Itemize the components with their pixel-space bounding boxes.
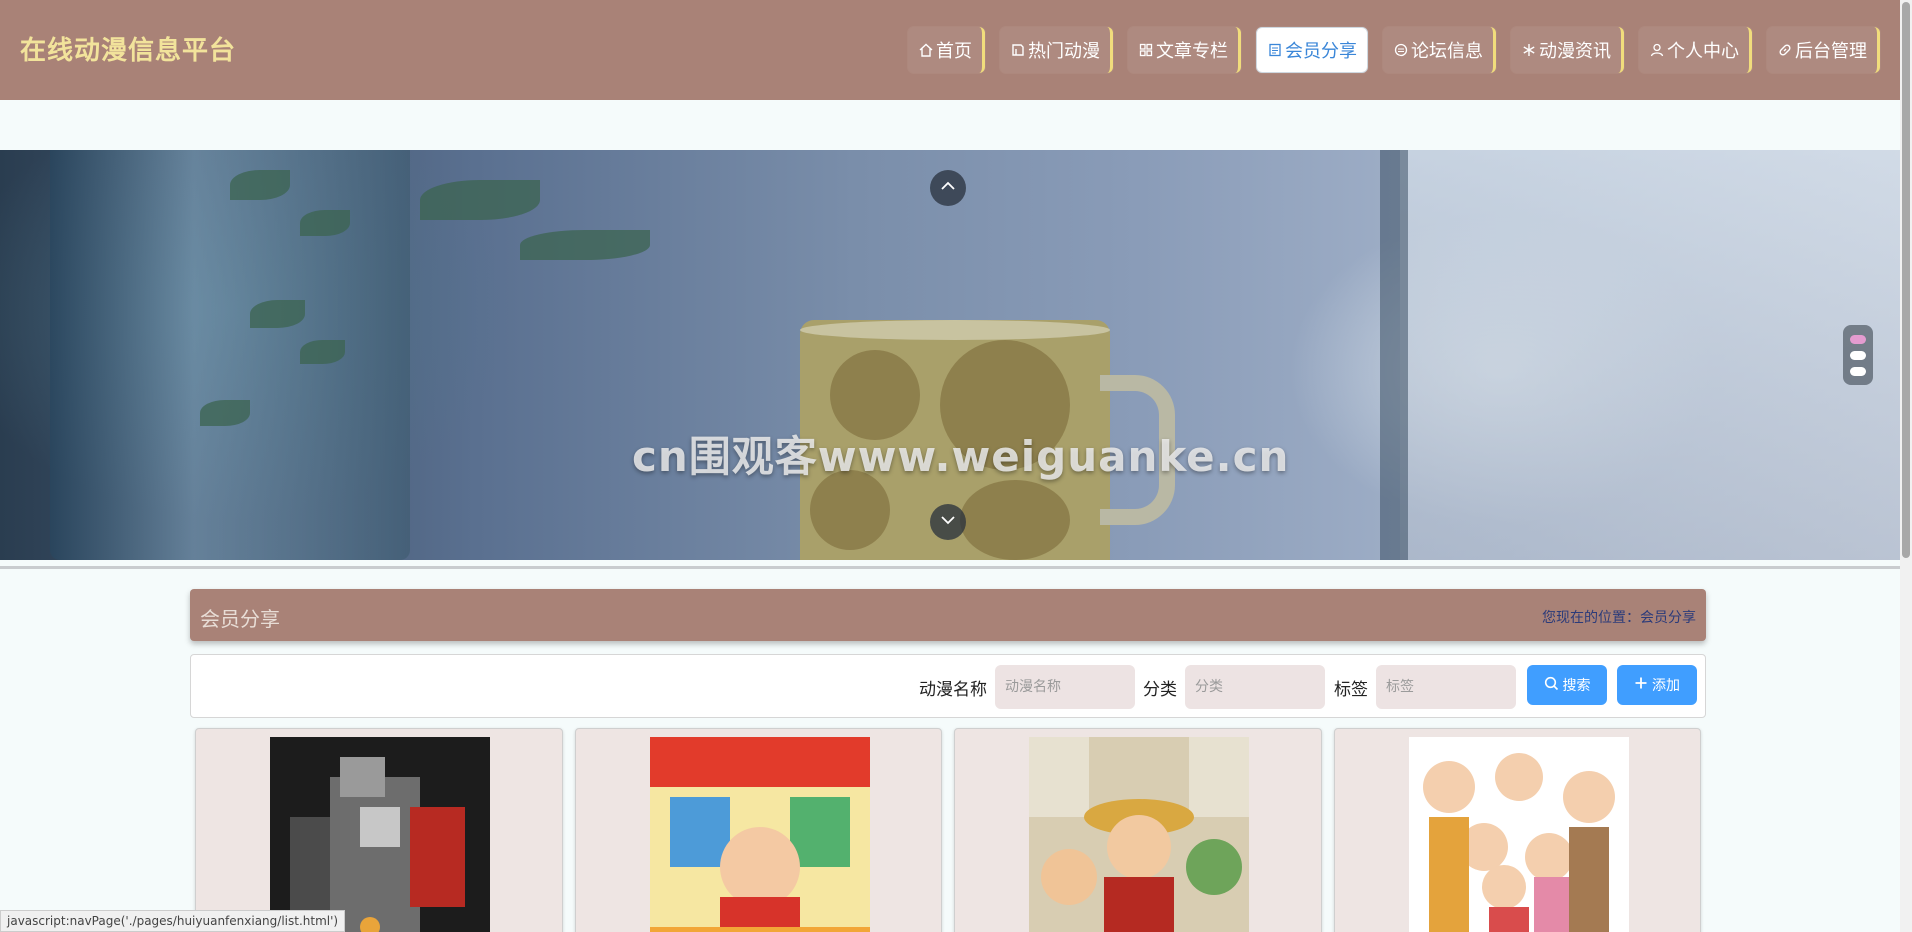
grid-icon — [1138, 43, 1153, 58]
nav-forum[interactable]: 论坛信息 — [1383, 27, 1496, 73]
banner-mug-flower — [960, 480, 1070, 560]
banner-mug-rim — [800, 320, 1110, 340]
banner-leaf — [420, 180, 540, 220]
nav-label: 会员分享 — [1285, 41, 1357, 62]
anime-name-input[interactable] — [995, 665, 1135, 709]
banner-leaf — [300, 340, 345, 364]
nav-label: 论坛信息 — [1411, 41, 1483, 62]
divider — [0, 566, 1900, 569]
link-icon — [1777, 43, 1792, 58]
add-button-label: 添加 — [1652, 678, 1680, 694]
nav-label: 动漫资讯 — [1539, 41, 1611, 62]
message-icon — [1393, 43, 1408, 58]
book-icon — [1010, 43, 1025, 58]
banner-leaf — [300, 210, 350, 236]
banner-indicator-3[interactable] — [1850, 366, 1866, 376]
search-name-group: 动漫名称 — [919, 665, 1135, 709]
card-image-maruko[interactable] — [1408, 737, 1629, 932]
search-name-label: 动漫名称 — [919, 679, 987, 700]
banner-leaf — [200, 400, 250, 426]
search-button[interactable]: 搜索 — [1527, 665, 1607, 705]
search-tag-label: 标签 — [1334, 679, 1368, 700]
banner-leaf — [230, 170, 290, 200]
share-card[interactable] — [1333, 728, 1701, 932]
nav-hot-anime[interactable]: 热门动漫 — [1000, 27, 1113, 73]
banner-leaf — [250, 300, 305, 328]
main-nav: 首页 热门动漫 文章专栏 会员分享 论坛信息 动漫资讯 个人中心 后台管理 — [908, 27, 1880, 73]
tag-input[interactable] — [1376, 665, 1516, 709]
banner-watermark: cn围观客www.weiguanke.cn — [632, 432, 1290, 481]
nav-member-share[interactable]: 会员分享 — [1256, 27, 1368, 73]
search-bar: 动漫名称 分类 标签 搜索 添加 — [190, 654, 1706, 718]
nav-label: 热门动漫 — [1028, 41, 1100, 62]
add-button[interactable]: 添加 — [1617, 665, 1697, 705]
category-input[interactable] — [1185, 665, 1325, 709]
banner-leaf — [520, 230, 650, 260]
nav-anime-news[interactable]: 动漫资讯 — [1511, 27, 1624, 73]
search-button-label: 搜索 — [1562, 678, 1591, 694]
banner-next-button[interactable] — [930, 504, 966, 540]
nav-label: 个人中心 — [1667, 41, 1739, 62]
chevron-up-icon — [939, 177, 957, 199]
nav-label: 首页 — [936, 41, 972, 62]
search-category-group: 分类 — [1143, 665, 1325, 709]
top-header: 在线动漫信息平台 首页 热门动漫 文章专栏 会员分享 论坛信息 动漫资讯 个人中… — [0, 0, 1900, 100]
scrollbar-thumb[interactable] — [1902, 2, 1910, 558]
nav-profile[interactable]: 个人中心 — [1639, 27, 1752, 73]
user-icon — [1649, 43, 1664, 58]
home-icon — [918, 43, 933, 58]
section-header: 会员分享 您现在的位置：会员分享 — [190, 589, 1706, 641]
card-image-one-piece[interactable] — [1029, 737, 1249, 932]
card-image-shinchan[interactable] — [649, 737, 870, 932]
snowflake-icon — [1521, 43, 1536, 58]
search-tag-group: 标签 — [1334, 665, 1516, 709]
banner-carousel[interactable]: cn围观客www.weiguanke.cn — [0, 150, 1900, 560]
status-bar: javascript:navPage('./pages/huiyuanfenxi… — [0, 910, 346, 932]
nav-label: 后台管理 — [1795, 41, 1867, 62]
nav-home[interactable]: 首页 — [908, 27, 985, 73]
banner-vase — [50, 150, 410, 560]
nav-label: 文章专栏 — [1156, 41, 1228, 62]
nav-articles[interactable]: 文章专栏 — [1128, 27, 1241, 73]
share-card-list — [195, 728, 1701, 932]
banner-indicator-1[interactable] — [1850, 334, 1866, 344]
card-image-robot[interactable] — [270, 737, 490, 932]
site-title[interactable]: 在线动漫信息平台 — [20, 30, 236, 67]
banner-indicators — [1843, 325, 1873, 385]
chevron-down-icon — [939, 511, 957, 533]
share-card[interactable] — [574, 728, 942, 932]
search-category-label: 分类 — [1143, 679, 1177, 700]
share-card[interactable] — [954, 728, 1322, 932]
share-card[interactable] — [195, 728, 563, 932]
banner-indicator-2[interactable] — [1850, 350, 1866, 360]
breadcrumb: 您现在的位置：会员分享 — [1542, 610, 1696, 626]
banner-prev-button[interactable] — [930, 170, 966, 206]
plus-icon — [1634, 676, 1648, 694]
section-title: 会员分享 — [200, 607, 280, 631]
nav-admin[interactable]: 后台管理 — [1767, 27, 1880, 73]
document-icon — [1267, 43, 1282, 58]
banner-frame — [1380, 150, 1408, 560]
search-icon — [1544, 676, 1559, 695]
banner-window — [1400, 150, 1900, 560]
